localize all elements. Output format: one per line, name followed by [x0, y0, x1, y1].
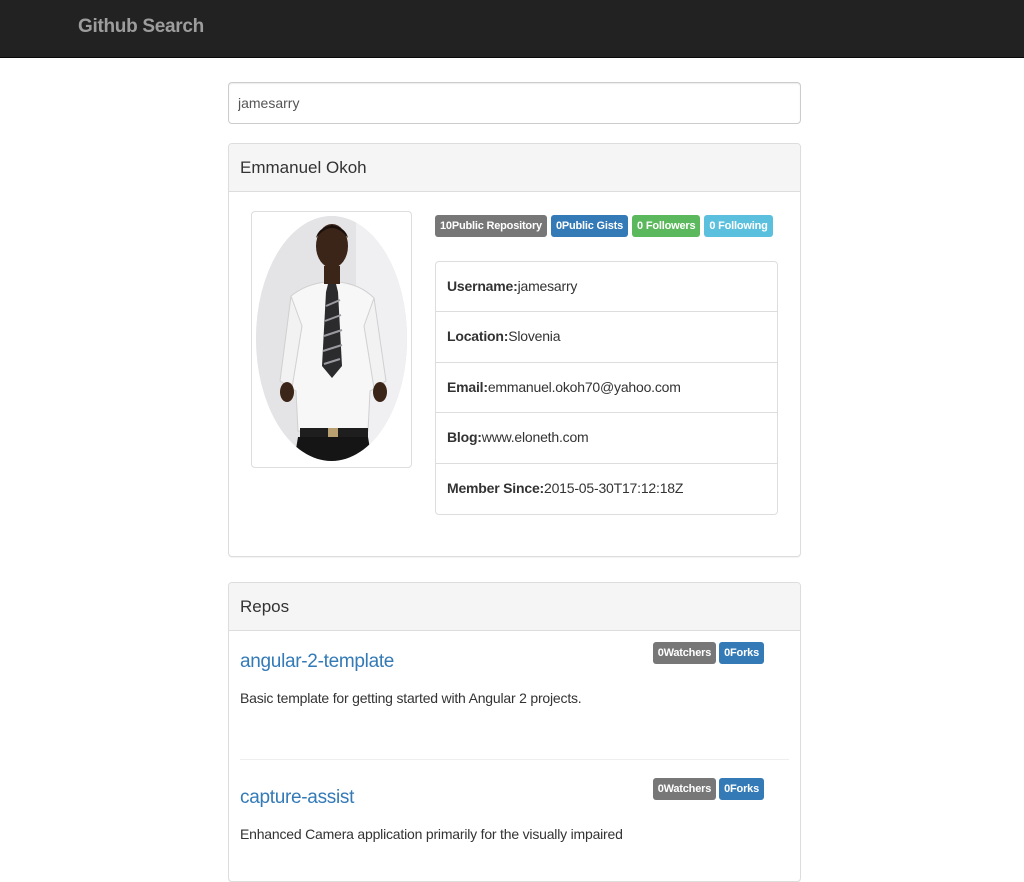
avatar — [256, 216, 407, 461]
following-badge: 0 Following — [704, 215, 773, 237]
repo-divider — [240, 759, 789, 760]
navbar: Github Search — [0, 0, 1024, 58]
detail-value: Slovenia — [508, 328, 561, 345]
repo-item: angular-2-template Basic template for ge… — [240, 642, 789, 706]
detail-label: Location: — [447, 328, 509, 345]
repos-heading: Repos — [229, 583, 800, 631]
username-item: Username:jamesarry — [436, 262, 777, 313]
location-item: Location:Slovenia — [436, 312, 777, 363]
repo-item: capture-assist Enhanced Camera applicati… — [240, 778, 789, 842]
profile-panel: Emmanuel Okoh 10Public Repository 0Publi… — [228, 143, 801, 557]
detail-value: 2015-05-30T17:12:18Z — [544, 479, 684, 496]
forks-badge: 0Forks — [719, 778, 764, 800]
repo-description: Enhanced Camera application primarily fo… — [240, 826, 623, 842]
repo-badges: 0Watchers 0Forks — [652, 778, 764, 800]
detail-label: Email: — [447, 378, 488, 395]
detail-label: Blog: — [447, 429, 482, 446]
main-container: Emmanuel Okoh — [228, 82, 801, 882]
member-since-item: Member Since:2015-05-30T17:12:18Z — [436, 464, 777, 514]
repo-badges: 0Watchers 0Forks — [652, 642, 764, 664]
followers-badge: 0 Followers — [632, 215, 701, 237]
detail-value: emmanuel.okoh70@yahoo.com — [487, 378, 681, 395]
search-input[interactable] — [228, 82, 801, 124]
watchers-badge: 0Watchers — [652, 778, 717, 800]
public-gists-badge: 0Public Gists — [550, 215, 629, 237]
detail-label: Username: — [447, 278, 518, 294]
detail-value: www.eloneth.com — [481, 429, 589, 446]
repos-panel: Repos angular-2-template Basic template … — [228, 582, 801, 882]
email-item: Email:emmanuel.okoh70@yahoo.com — [436, 363, 777, 414]
avatar-thumbnail — [251, 211, 412, 468]
profile-name-heading: Emmanuel Okoh — [229, 144, 800, 192]
repo-description: Basic template for getting started with … — [240, 690, 582, 706]
forks-badge: 0Forks — [719, 642, 764, 664]
blog-item: Blog:www.eloneth.com — [436, 413, 777, 464]
detail-value: jamesarry — [517, 278, 578, 294]
watchers-badge: 0Watchers — [652, 642, 717, 664]
brand-link[interactable]: Github Search — [78, 16, 204, 38]
detail-label: Member Since: — [447, 479, 544, 496]
profile-stats-badges: 10Public Repository 0Public Gists 0 Foll… — [435, 215, 773, 237]
public-repos-badge: 10Public Repository — [435, 215, 547, 237]
avatar-image — [256, 216, 407, 461]
profile-details-list: Username:jamesarry Location:Slovenia Ema… — [435, 261, 778, 515]
